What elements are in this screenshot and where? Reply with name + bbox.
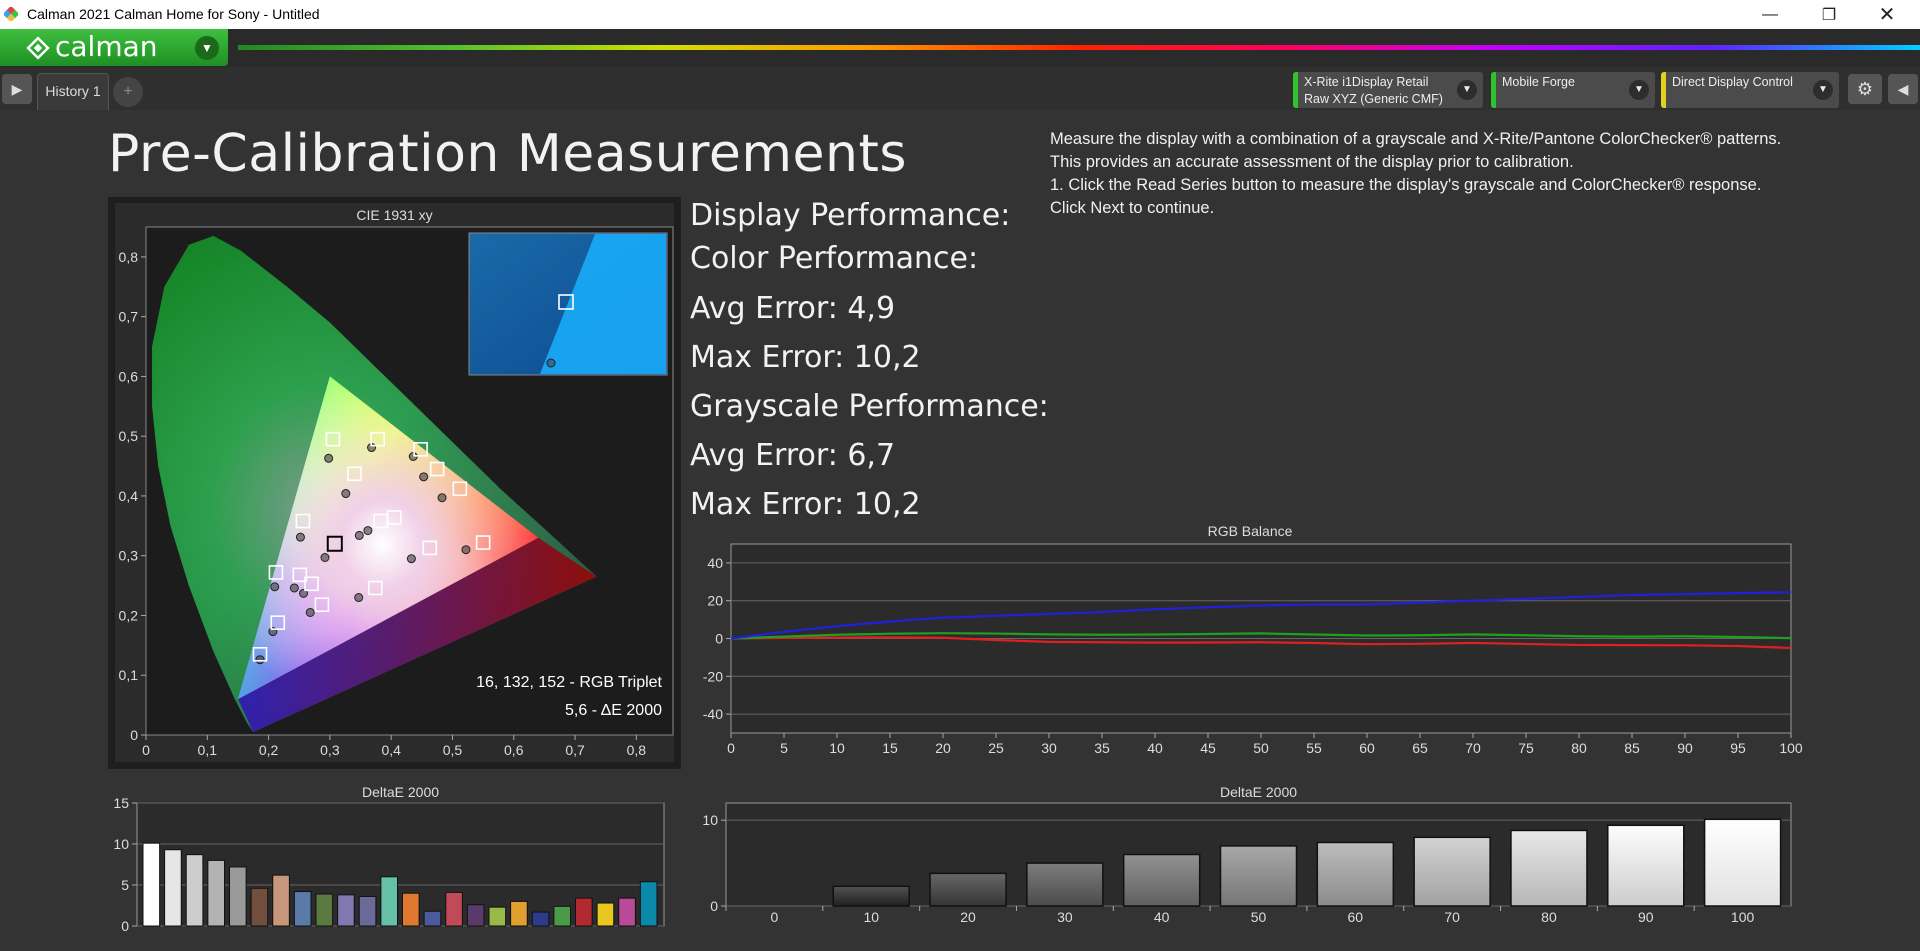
x-tick-label: 60: [1348, 909, 1364, 925]
x-tick-label: 40: [1154, 909, 1170, 925]
y-tick-label: 10: [702, 812, 718, 828]
x-tick-label: 10: [863, 909, 879, 925]
grayscale-bar: [1026, 862, 1104, 907]
grayscale-deltae-chart[interactable]: 0100 10 20 30 40 50 60 70 80 90 100: [0, 0, 1920, 951]
grayscale-bar: [1219, 845, 1298, 907]
x-tick-label: 30: [1057, 909, 1073, 925]
x-tick-label: 80: [1541, 909, 1557, 925]
x-tick-label: 20: [960, 909, 976, 925]
x-tick-label: 100: [1731, 909, 1755, 925]
x-tick-label: 50: [1251, 909, 1267, 925]
grayscale-bar: [832, 885, 910, 907]
x-tick-label: 70: [1444, 909, 1460, 925]
grayscale-bar: [1122, 853, 1201, 907]
grayscale-bar: [1413, 836, 1491, 907]
y-tick-label: 0: [710, 898, 718, 914]
grayscale-bar: [1316, 841, 1395, 907]
grayscale-bar: [1510, 829, 1588, 907]
x-tick-label: 90: [1638, 909, 1654, 925]
grayscale-bar: [1607, 824, 1685, 907]
grayscale-bar: [929, 872, 1007, 907]
grayscale-bar: [1703, 818, 1782, 907]
x-tick-label: 0: [771, 909, 779, 925]
